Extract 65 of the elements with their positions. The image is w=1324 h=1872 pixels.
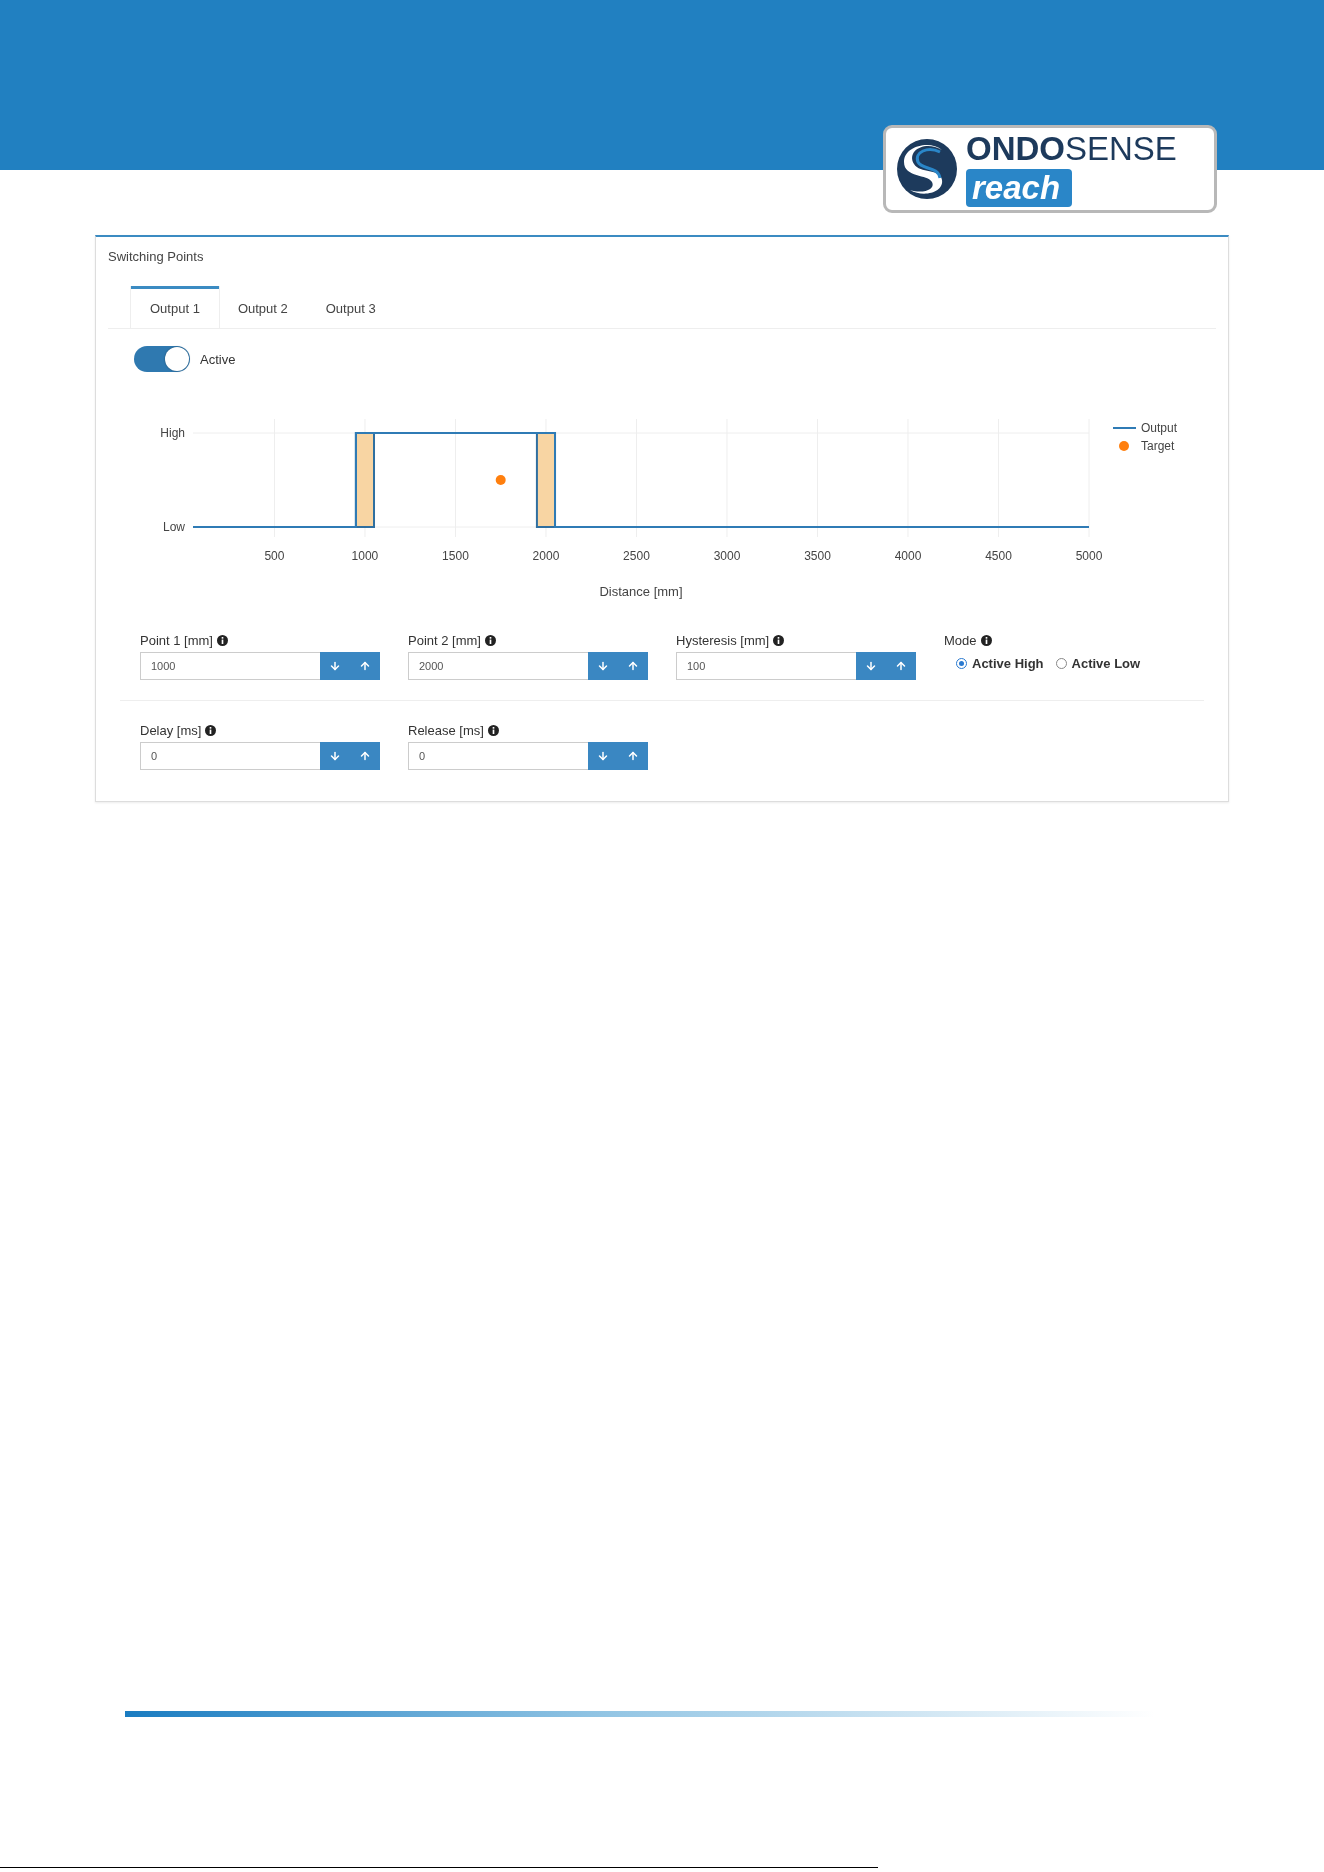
radio-label: Active High [972, 656, 1044, 671]
info-icon [484, 635, 496, 646]
arrow-up-icon [895, 660, 907, 672]
increment-button[interactable] [350, 652, 380, 680]
x-tick-label: 2000 [532, 549, 560, 563]
x-tick-label: 3000 [713, 549, 741, 563]
output-tab[interactable]: Output 2 [218, 286, 307, 328]
target-point [495, 475, 506, 485]
field-label: Mode [944, 633, 977, 648]
active-toggle[interactable] [134, 346, 190, 372]
info-icon [205, 725, 217, 736]
swirl-logo-icon [896, 136, 958, 202]
increment-button[interactable] [886, 652, 916, 680]
x-tick-label: 4500 [985, 549, 1012, 563]
legend-dot-icon [1119, 441, 1129, 451]
info-icon [773, 635, 785, 646]
number-input[interactable]: 1000 [140, 652, 320, 680]
decrement-button[interactable] [588, 742, 618, 770]
legend-line-icon [1112, 427, 1137, 429]
y-tick-label: Low [163, 520, 185, 534]
x-tick-label: 500 [264, 549, 285, 563]
increment-button[interactable] [618, 742, 648, 770]
legend-label: Output [1141, 421, 1178, 435]
info-icon [487, 725, 499, 736]
arrow-up-icon [359, 660, 371, 672]
panel-title: Switching Points [108, 249, 205, 264]
x-axis-title: Distance [mm] [599, 584, 683, 599]
arrow-down-icon [865, 660, 877, 672]
arrow-up-icon [627, 750, 639, 762]
y-tick-label: High [160, 426, 185, 440]
brand-name: ONDOSENSE [966, 131, 1177, 167]
number-input[interactable]: 2000 [408, 652, 588, 680]
decrement-button[interactable] [588, 652, 618, 680]
x-tick-label: 4000 [894, 549, 922, 563]
x-tick-label: 2500 [623, 549, 650, 563]
field-label: Point 2 [mm] [408, 633, 481, 648]
field-label: Delay [ms] [140, 723, 202, 738]
legend-label: Target [1141, 439, 1175, 453]
increment-button[interactable] [350, 742, 380, 770]
info-icon [980, 635, 992, 646]
field-label: Point 1 [mm] [140, 633, 213, 648]
x-tick-label: 3500 [804, 549, 831, 563]
radio-label: Active Low [1071, 656, 1141, 671]
arrow-down-icon [329, 660, 341, 672]
x-tick-label: 1000 [351, 549, 379, 563]
field-label: Hysteresis [mm] [676, 633, 770, 648]
product-name: reach [966, 169, 1073, 207]
number-input[interactable]: 100 [676, 652, 856, 680]
arrow-up-icon [627, 660, 639, 672]
number-input[interactable]: 0 [140, 742, 320, 770]
x-tick-label: 5000 [1075, 549, 1103, 563]
arrow-up-icon [359, 750, 371, 762]
increment-button[interactable] [618, 652, 648, 680]
output-tab[interactable]: Output 3 [306, 286, 395, 328]
decrement-button[interactable] [320, 742, 350, 770]
decrement-button[interactable] [856, 652, 886, 680]
info-icon [216, 635, 228, 646]
number-input[interactable]: 0 [408, 742, 588, 770]
x-tick-label: 1500 [442, 549, 469, 563]
arrow-down-icon [329, 750, 341, 762]
arrow-down-icon [597, 660, 609, 672]
decrement-button[interactable] [320, 652, 350, 680]
toggle-label: Active [200, 351, 236, 367]
arrow-down-icon [597, 750, 609, 762]
field-label: Release [ms] [408, 723, 484, 738]
